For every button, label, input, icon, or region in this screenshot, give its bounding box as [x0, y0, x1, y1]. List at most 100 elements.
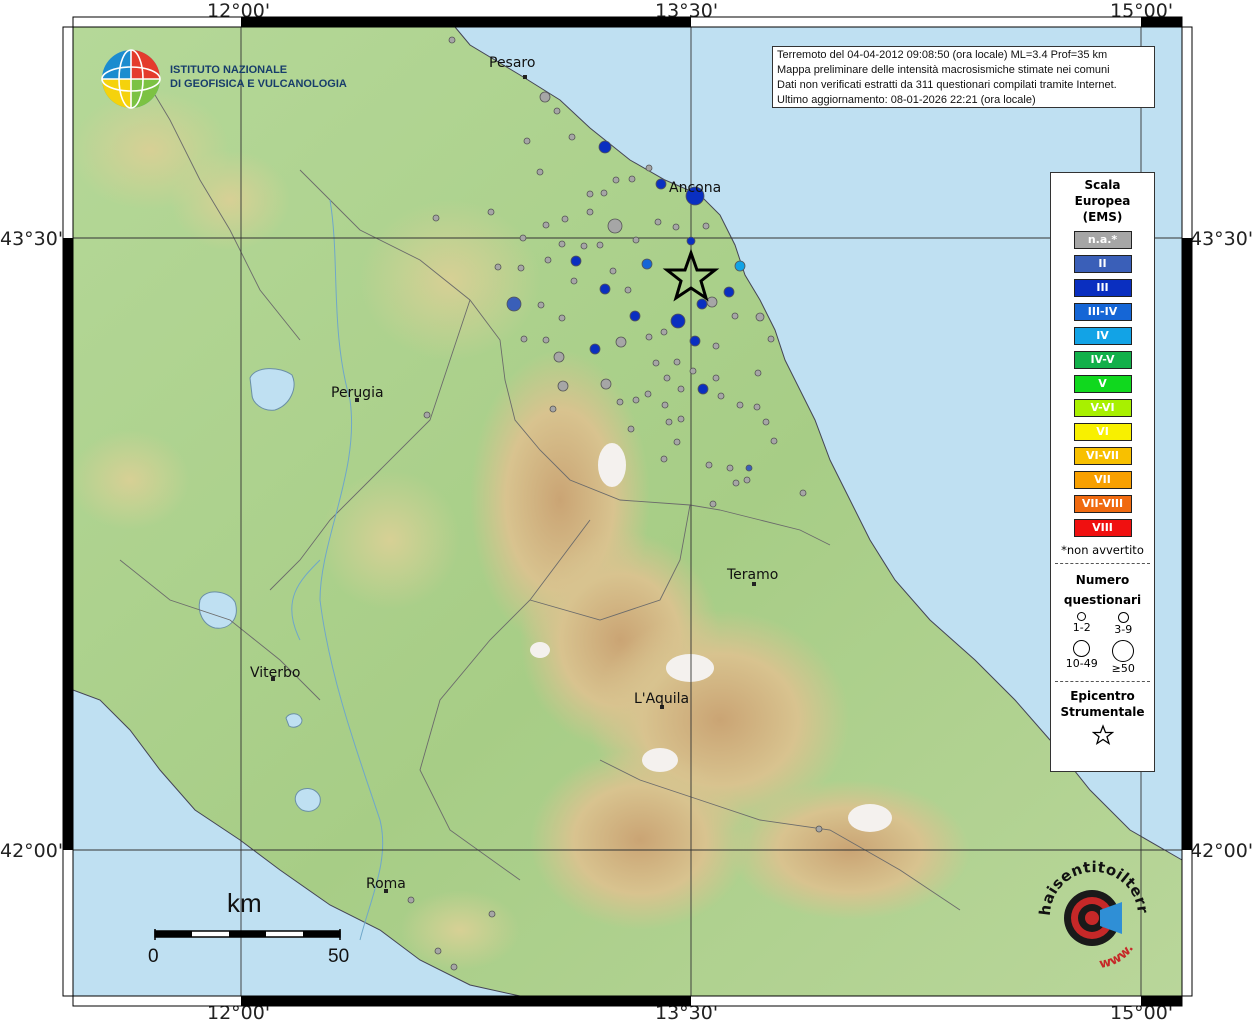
observation-point[interactable]: [673, 358, 681, 366]
observation-point[interactable]: [654, 218, 662, 226]
event-info-line3: Dati non verificati estratti da 311 ques…: [777, 79, 1117, 91]
observation-point[interactable]: [660, 328, 668, 336]
observation-point[interactable]: [641, 258, 653, 270]
observation-point[interactable]: [645, 164, 653, 172]
observation-point[interactable]: [705, 461, 713, 469]
observation-point[interactable]: [731, 312, 739, 320]
observation-point[interactable]: [561, 215, 569, 223]
observation-point[interactable]: [644, 390, 652, 398]
observation-point[interactable]: [670, 313, 686, 329]
observation-point[interactable]: [520, 335, 528, 343]
observation-point[interactable]: [743, 476, 751, 484]
observation-point[interactable]: [652, 359, 660, 367]
observation-point[interactable]: [553, 351, 565, 363]
observation-point[interactable]: [589, 343, 601, 355]
observation-point[interactable]: [709, 500, 717, 508]
observation-point[interactable]: [407, 896, 415, 904]
observation-point[interactable]: [815, 825, 823, 833]
observation-point[interactable]: [745, 464, 753, 472]
observation-point[interactable]: [767, 335, 775, 343]
observation-point[interactable]: [609, 267, 617, 275]
observation-point[interactable]: [712, 342, 720, 350]
observation-point[interactable]: [434, 947, 442, 955]
place-teramo: Teramo: [727, 567, 779, 583]
observation-point[interactable]: [632, 396, 640, 404]
observation-point[interactable]: [580, 242, 588, 250]
observation-point[interactable]: [494, 263, 502, 271]
observation-point[interactable]: [616, 398, 624, 406]
observation-point[interactable]: [689, 335, 701, 347]
observation-point[interactable]: [607, 218, 623, 234]
observation-point[interactable]: [523, 137, 531, 145]
observation-point[interactable]: [627, 425, 635, 433]
observation-point[interactable]: [754, 369, 762, 377]
observation-point[interactable]: [519, 234, 527, 242]
observation-point[interactable]: [753, 403, 761, 411]
observation-point[interactable]: [665, 418, 673, 426]
observation-point[interactable]: [673, 438, 681, 446]
observation-point[interactable]: [557, 380, 569, 392]
observation-point[interactable]: [487, 208, 495, 216]
observation-point[interactable]: [600, 378, 612, 390]
observation-point[interactable]: [542, 336, 550, 344]
count-title-line: questionari: [1063, 593, 1142, 607]
observation-point[interactable]: [568, 133, 576, 141]
observation-point[interactable]: [488, 910, 496, 918]
observation-point[interactable]: [537, 301, 545, 309]
observation-point[interactable]: [558, 314, 566, 322]
observation-point[interactable]: [661, 401, 669, 409]
observation-point[interactable]: [506, 296, 522, 312]
observation-point[interactable]: [596, 241, 604, 249]
observation-point[interactable]: [423, 411, 431, 419]
observation-point[interactable]: [628, 175, 636, 183]
observation-point[interactable]: [558, 240, 566, 248]
observation-point[interactable]: [677, 385, 685, 393]
observation-point[interactable]: [586, 190, 594, 198]
observation-point[interactable]: [612, 176, 620, 184]
observation-point[interactable]: [726, 464, 734, 472]
observation-point[interactable]: [450, 963, 458, 971]
observation-point[interactable]: [697, 383, 709, 395]
observation-point[interactable]: [624, 286, 632, 294]
observation-point[interactable]: [632, 236, 640, 244]
observation-point[interactable]: [517, 264, 525, 272]
observation-point[interactable]: [732, 479, 740, 487]
observation-point[interactable]: [672, 223, 680, 231]
observation-point[interactable]: [570, 255, 582, 267]
observation-point[interactable]: [689, 367, 697, 375]
observation-point[interactable]: [570, 277, 578, 285]
observation-point[interactable]: [655, 178, 667, 190]
observation-point[interactable]: [677, 415, 685, 423]
observation-point[interactable]: [734, 260, 746, 272]
observation-point[interactable]: [599, 283, 611, 295]
observation-point[interactable]: [736, 401, 744, 409]
observation-point[interactable]: [799, 489, 807, 497]
observation-point[interactable]: [598, 140, 612, 154]
observation-point[interactable]: [686, 236, 696, 246]
observation-point[interactable]: [586, 208, 594, 216]
observation-point[interactable]: [712, 374, 720, 382]
observation-point[interactable]: [448, 36, 456, 44]
observation-point[interactable]: [549, 405, 557, 413]
observation-point[interactable]: [536, 168, 544, 176]
observation-point[interactable]: [702, 222, 710, 230]
observation-point[interactable]: [645, 333, 653, 341]
observation-point[interactable]: [663, 374, 671, 382]
observation-point[interactable]: [629, 310, 641, 322]
observation-point[interactable]: [770, 437, 778, 445]
observation-point[interactable]: [542, 221, 550, 229]
observation-point[interactable]: [723, 286, 735, 298]
observation-point[interactable]: [696, 298, 708, 310]
observation-point[interactable]: [762, 418, 770, 426]
observation-point[interactable]: [660, 455, 668, 463]
observation-point[interactable]: [539, 91, 551, 103]
observation-point[interactable]: [706, 296, 718, 308]
observation-point[interactable]: [432, 214, 440, 222]
observation-point[interactable]: [553, 107, 561, 115]
observation-point[interactable]: [717, 392, 725, 400]
observation-point[interactable]: [544, 256, 552, 264]
observation-point[interactable]: [615, 336, 627, 348]
legend-title: Scala Europea (EMS): [1051, 177, 1154, 225]
observation-point[interactable]: [755, 312, 765, 322]
observation-point[interactable]: [600, 189, 608, 197]
